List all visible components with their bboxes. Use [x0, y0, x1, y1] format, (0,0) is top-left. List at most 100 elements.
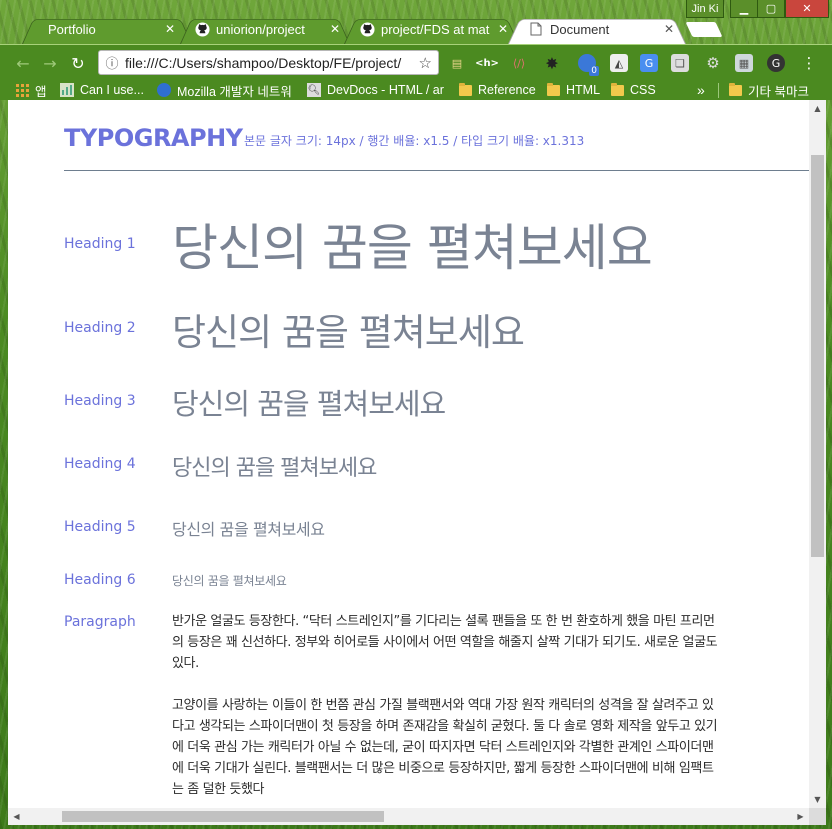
- extension-badge-count: 0: [589, 66, 599, 76]
- tab-label: uniorion/project: [216, 21, 305, 37]
- paragraph-label: Paragraph: [64, 614, 136, 630]
- caniuse-icon: [60, 83, 74, 97]
- extension-code-icon[interactable]: ⟨/⟩: [510, 54, 528, 72]
- tab-uniorion-title[interactable]: uniorion/project: [194, 17, 329, 41]
- bookmark-folder-reference[interactable]: Reference: [458, 81, 536, 99]
- folder-icon: [728, 82, 742, 97]
- tab-label: Portfolio: [48, 21, 96, 37]
- extension-save-icon[interactable]: ▤: [448, 54, 466, 72]
- heading-2-sample: 당신의 꿈을 펼쳐보세요: [172, 311, 525, 354]
- divider: [64, 170, 809, 171]
- bookmark-label: 앱: [35, 84, 47, 99]
- heading-3-label: Heading 3: [64, 393, 136, 409]
- minimize-icon[interactable]: ▁: [730, 0, 758, 18]
- vertical-scrollbar[interactable]: ▲ ▼: [809, 100, 826, 808]
- heading-5-label: Heading 5: [64, 519, 136, 535]
- heading-6-sample: 당신의 꿈을 펼쳐보세요: [172, 574, 287, 588]
- folder-icon: [458, 82, 472, 97]
- tab-strip: Portfolio ✕ uniorion/project ✕ project/F…: [0, 0, 832, 44]
- info-icon[interactable]: ⓘ: [99, 53, 125, 72]
- forward-icon[interactable]: →: [40, 53, 60, 73]
- tab-project-fds-title[interactable]: project/FDS at mat: [359, 17, 497, 41]
- bookmark-label: Mozilla 개발자 네트워: [177, 84, 292, 99]
- reload-icon[interactable]: ↻: [68, 53, 88, 73]
- scroll-left-icon[interactable]: ◀: [8, 808, 25, 825]
- scrollbar-corner: [809, 808, 826, 825]
- extension-html-icon[interactable]: <h>: [475, 54, 499, 72]
- github-icon: [359, 21, 375, 37]
- user-name: Jin Ki: [691, 2, 719, 15]
- profile-button[interactable]: Jin Ki: [686, 0, 724, 18]
- heading-3-sample: 당신의 꿈을 펼쳐보세요: [172, 387, 446, 421]
- bookmark-label: DevDocs - HTML / ar: [327, 83, 444, 97]
- bookmark-devdocs[interactable]: 🔍︎ DevDocs - HTML / ar: [307, 81, 444, 99]
- maximize-icon[interactable]: ▢: [757, 0, 785, 18]
- bookmark-star-icon[interactable]: ☆: [419, 54, 432, 72]
- menu-icon[interactable]: ⋮: [800, 54, 818, 72]
- devdocs-icon: 🔍︎: [307, 83, 321, 97]
- translate-icon[interactable]: G: [640, 54, 658, 72]
- extension-triangle-icon[interactable]: ◭: [610, 54, 628, 72]
- address-text[interactable]: file:///C:/Users/shampoo/Desktop/FE/proj…: [125, 55, 410, 71]
- address-bar[interactable]: ⓘ file:///C:/Users/shampoo/Desktop/FE/pr…: [98, 50, 439, 75]
- heading-4-label: Heading 4: [64, 456, 136, 472]
- horizontal-scrollbar[interactable]: ◀ ▶: [8, 808, 809, 825]
- vertical-scroll-thumb[interactable]: [811, 155, 824, 557]
- paragraph-sample: 반가운 얼굴도 등장한다. “닥터 스트레인지”를 기다리는 셜록 팬들을 또 …: [172, 611, 720, 808]
- back-icon[interactable]: ←: [13, 53, 33, 73]
- mozilla-icon: [157, 83, 171, 97]
- tab-close-icon[interactable]: ✕: [498, 22, 508, 36]
- page-meta: 본문 글자 크기: 14px / 행간 배율: x1.5 / 타입 크기 배율:…: [244, 134, 585, 148]
- page-viewport: TYPOGRAPHY 본문 글자 크기: 14px / 행간 배율: x1.5 …: [8, 100, 809, 808]
- extension-page-icon[interactable]: ❏: [671, 54, 689, 72]
- bookmark-apps[interactable]: 앱: [15, 81, 47, 99]
- bookmark-label: HTML: [566, 83, 601, 97]
- bookmark-caniuse[interactable]: Can I use...: [60, 81, 144, 99]
- bookmark-label: Reference: [478, 83, 536, 97]
- bookmark-label: Can I use...: [80, 83, 144, 97]
- heading-6-label: Heading 6: [64, 572, 136, 588]
- page-title: TYPOGRAPHY: [64, 124, 243, 152]
- tab-label: Document: [550, 21, 610, 37]
- apps-icon: [15, 83, 29, 97]
- bookmarks-bar: 앱 Can I use... Mozilla 개발자 네트워 🔍︎ DevDoc…: [0, 80, 832, 100]
- toolbar: ← → ↻ ⓘ file:///C:/Users/shampoo/Desktop…: [0, 44, 832, 80]
- github-icon: [194, 21, 210, 37]
- extension-gear-icon[interactable]: ✸: [543, 54, 561, 73]
- bookmark-folder-html[interactable]: HTML: [546, 81, 600, 99]
- other-bookmarks-folder[interactable]: 기타 북마크: [728, 81, 809, 99]
- browser-window: Portfolio ✕ uniorion/project ✕ project/F…: [0, 0, 832, 829]
- paragraph-text: 고양이를 사랑하는 이들이 한 번쯤 관심 가질 블랙팬서와 역대 가장 원작 …: [172, 698, 718, 797]
- heading-4-sample: 당신의 꿈을 펼쳐보세요: [172, 456, 377, 481]
- tab-close-icon[interactable]: ✕: [165, 22, 175, 36]
- folder-icon: [610, 82, 624, 97]
- heading-5-sample: 당신의 꿈을 펼쳐보세요: [172, 520, 325, 539]
- tab-close-icon[interactable]: ✕: [330, 22, 340, 36]
- tab-label: project/FDS at mat: [381, 21, 490, 37]
- tab-document-title[interactable]: Document: [528, 17, 658, 41]
- document-icon: [528, 21, 544, 37]
- extension-badge-icon[interactable]: 0: [578, 54, 599, 76]
- folder-icon: [546, 82, 560, 97]
- tab-portfolio-title[interactable]: Portfolio: [48, 17, 168, 41]
- horizontal-scroll-thumb[interactable]: [62, 811, 384, 822]
- bookmark-label: 기타 북마크: [748, 84, 809, 99]
- heading-1-label: Heading 1: [64, 236, 136, 252]
- scroll-right-icon[interactable]: ▶: [792, 808, 809, 825]
- paragraph-text: 반가운 얼굴도 등장한다. “닥터 스트레인지”를 기다리는 셜록 팬들을 또 …: [172, 614, 718, 671]
- tab-close-icon[interactable]: ✕: [664, 22, 674, 36]
- extension-g-icon[interactable]: G: [767, 54, 785, 72]
- scroll-up-icon[interactable]: ▲: [809, 100, 826, 117]
- heading-2-label: Heading 2: [64, 320, 136, 336]
- extension-grid-icon[interactable]: ▦: [735, 54, 753, 72]
- bookmark-label: CSS: [630, 83, 656, 97]
- new-tab-button[interactable]: [685, 22, 723, 37]
- scroll-down-icon[interactable]: ▼: [809, 791, 826, 808]
- bookmark-folder-css[interactable]: CSS: [610, 81, 656, 99]
- close-window-icon[interactable]: ✕: [785, 0, 829, 18]
- bookmarks-divider: [718, 83, 719, 98]
- extension-settings-icon[interactable]: ⚙: [704, 54, 722, 72]
- bookmarks-overflow-button[interactable]: »: [697, 81, 705, 99]
- bookmark-mozilla[interactable]: Mozilla 개발자 네트워: [157, 81, 292, 99]
- heading-1-sample: 당신의 꿈을 펼쳐보세요: [172, 219, 653, 277]
